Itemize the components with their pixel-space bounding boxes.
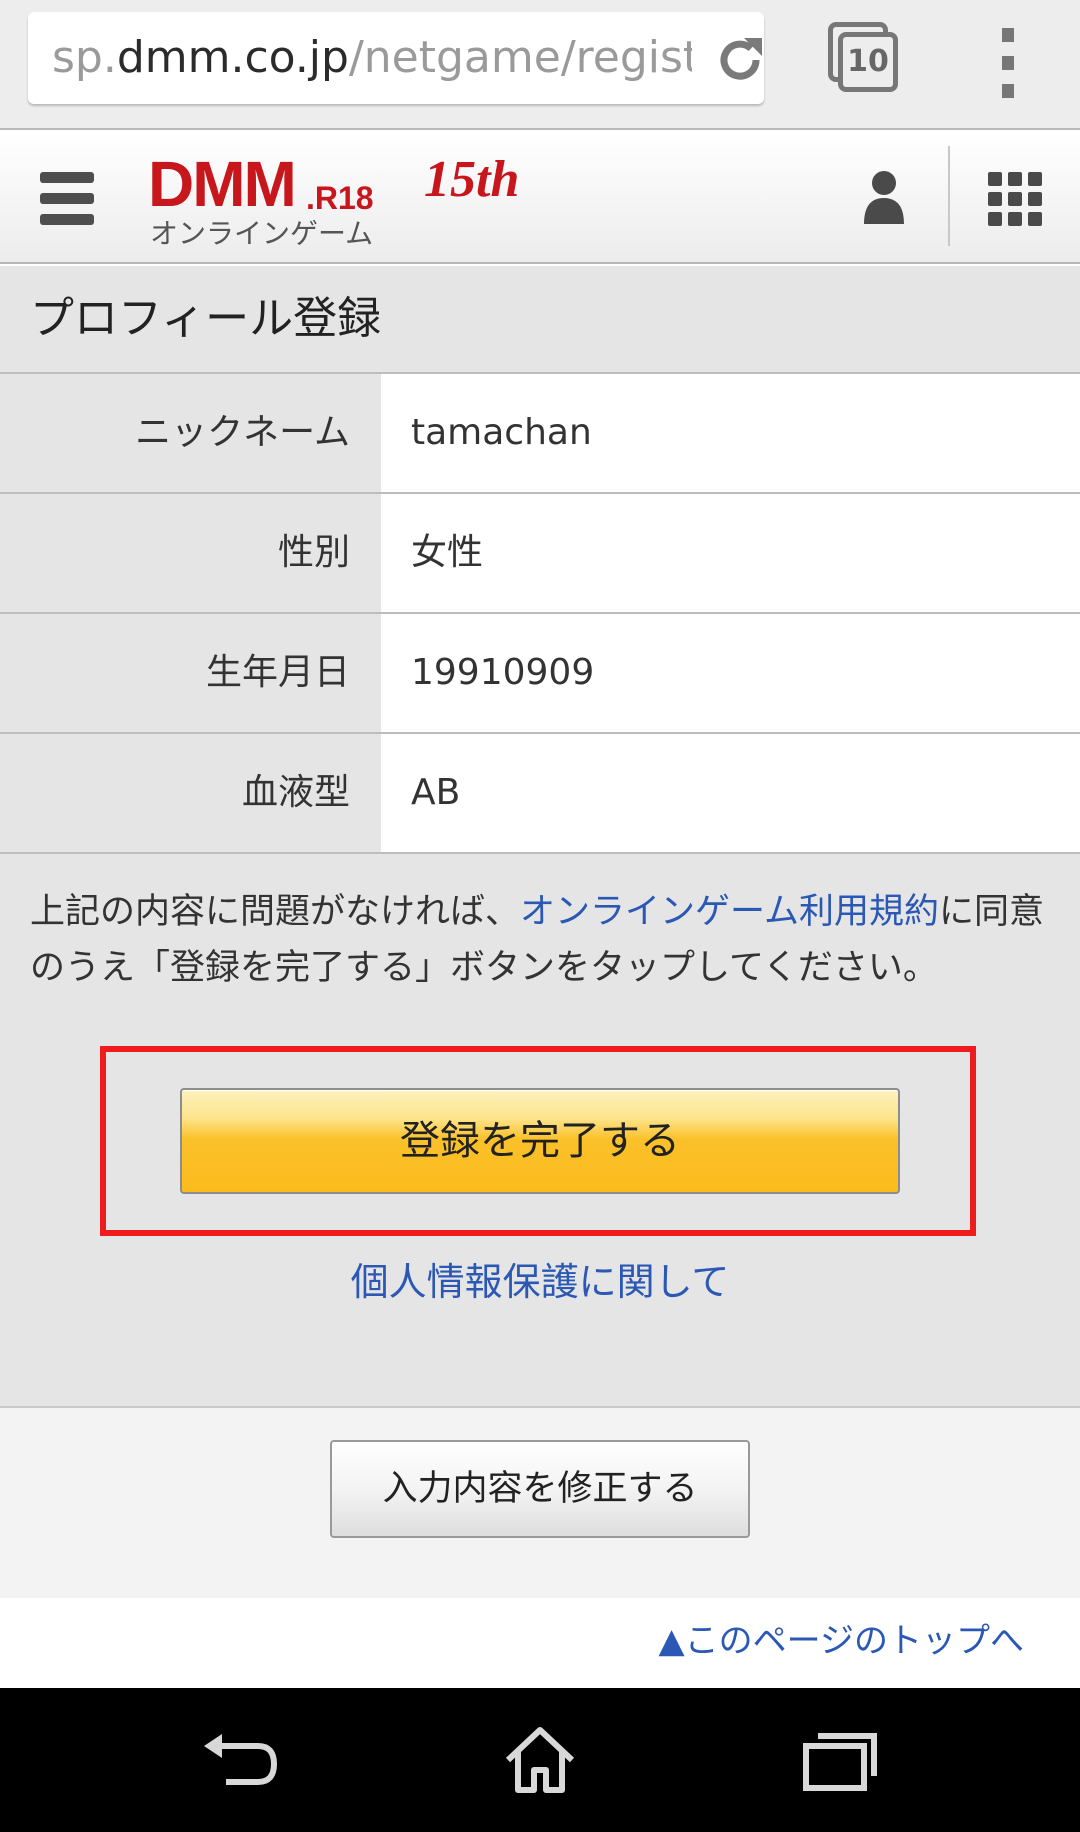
- site-header: DMM .R18 15th オンラインゲーム: [0, 132, 1080, 264]
- profile-row-birthdate: 生年月日 19910909: [0, 614, 1080, 734]
- main-content: プロフィール登録 ニックネーム tamachan 性別 女性 生年月日 1991…: [0, 266, 1080, 1406]
- recents-icon[interactable]: [800, 1724, 880, 1796]
- complete-registration-button[interactable]: 登録を完了する: [180, 1088, 900, 1194]
- nickname-value: tamachan: [381, 374, 1080, 492]
- hamburger-menu-icon[interactable]: [40, 172, 94, 226]
- terms-link[interactable]: オンラインゲーム利用規約: [520, 892, 939, 932]
- tabs-icon[interactable]: 10: [828, 22, 900, 94]
- profile-row-gender: 性別 女性: [0, 494, 1080, 614]
- confirmation-notice: 上記の内容に問題がなければ、オンラインゲーム利用規約に同意のうえ「登録を完了する…: [30, 884, 1060, 996]
- gender-label: 性別: [0, 494, 350, 612]
- url-path: /netgame/regist/: [348, 32, 692, 83]
- logo-anniversary: 15th: [424, 151, 520, 208]
- privacy-link[interactable]: 個人情報保護に関して: [0, 1256, 1080, 1308]
- nickname-label: ニックネーム: [0, 374, 350, 492]
- browser-toolbar: sp.dmm.co.jp/netgame/regist/ 10: [0, 0, 1080, 130]
- logo-r18: .R18: [306, 180, 374, 216]
- profile-row-nickname: ニックネーム tamachan: [0, 374, 1080, 494]
- birthdate-label: 生年月日: [0, 614, 350, 732]
- edit-section: 入力内容を修正する: [0, 1406, 1080, 1598]
- url-domain: dmm.co.jp: [116, 32, 349, 83]
- more-vert-icon[interactable]: [990, 28, 1026, 98]
- url-text[interactable]: sp.dmm.co.jp/netgame/regist/: [52, 12, 692, 104]
- birthdate-value: 19910909: [381, 614, 1080, 732]
- tab-count: 10: [838, 32, 898, 92]
- blood-type-label: 血液型: [0, 734, 350, 852]
- profile-row-blood-type: 血液型 AB: [0, 734, 1080, 854]
- url-prefix: sp.: [52, 32, 117, 83]
- logo-dmm: DMM: [148, 148, 297, 220]
- back-icon[interactable]: [200, 1724, 280, 1796]
- notice-text-before: 上記の内容に問題がなければ、: [30, 892, 521, 932]
- grid-icon[interactable]: [988, 172, 1042, 226]
- header-divider: [948, 146, 950, 246]
- system-nav-bar: [0, 1688, 1080, 1832]
- logo-subtitle: オンラインゲーム: [150, 217, 374, 250]
- page-title: プロフィール登録: [30, 293, 382, 344]
- edit-input-button[interactable]: 入力内容を修正する: [330, 1440, 750, 1538]
- user-icon[interactable]: [862, 170, 906, 226]
- page-top-link[interactable]: ▲このページのトップへ: [659, 1616, 1024, 1666]
- home-icon[interactable]: [500, 1724, 580, 1796]
- blood-type-value: AB: [381, 734, 1080, 852]
- page-footer: ▲このページのトップへ: [0, 1598, 1080, 1688]
- profile-table: ニックネーム tamachan 性別 女性 生年月日 19910909 血液型 …: [0, 372, 1080, 854]
- address-bar[interactable]: sp.dmm.co.jp/netgame/regist/: [28, 12, 764, 104]
- gender-value: 女性: [381, 494, 1080, 612]
- reload-icon[interactable]: [714, 34, 766, 86]
